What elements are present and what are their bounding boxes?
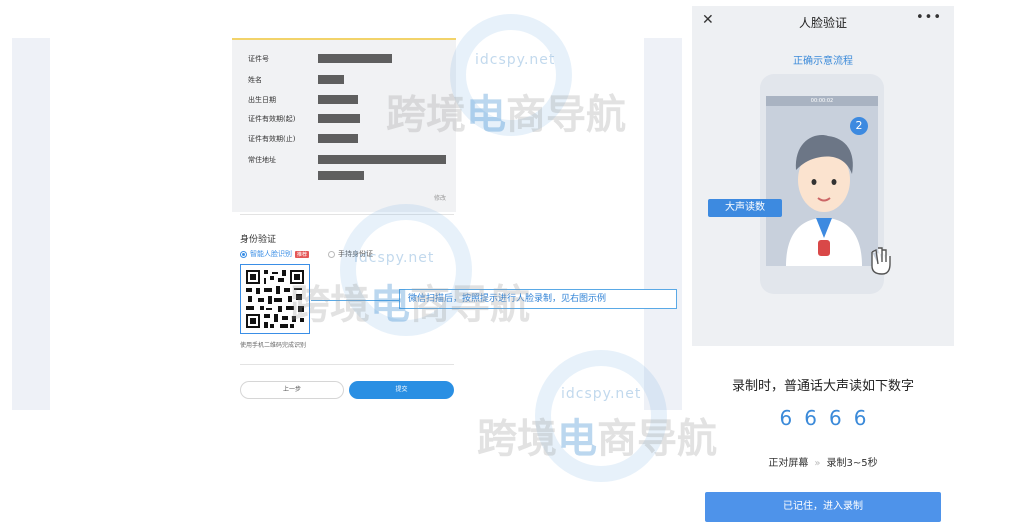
tip-face-screen: 正对屏幕 [768, 458, 809, 469]
digit: 6 [829, 406, 842, 430]
nav-bar: ✕ 人脸验证 ••• [692, 6, 954, 38]
recommend-badge: 推荐 [295, 250, 310, 258]
radio-face-label: 智能人脸识别 [250, 250, 292, 258]
left-side-panel [12, 38, 50, 410]
digit: 6 [853, 406, 867, 430]
record-instruction: 录制时，普通话大声读如下数字 [731, 379, 914, 394]
watermark-globe-icon [340, 204, 472, 336]
birth-date-mask [318, 95, 358, 104]
id-info-card: 证件号 姓名 出生日期 证件有效期(起) 证件有效期(止) 常住地址 修改 [232, 38, 456, 212]
watermark-domain: idcspy.net [475, 52, 556, 68]
watermark-domain: idcspy.net [561, 386, 642, 402]
tip-duration: 录制3~5秒 [826, 458, 878, 469]
radio-hand-held-id[interactable]: 手持身份证 [328, 249, 373, 259]
name-mask [318, 75, 344, 84]
start-recording-button[interactable]: 已记住，进入录制 [705, 492, 941, 522]
tip-separator: » [814, 458, 821, 469]
address-label: 常住地址 [248, 156, 276, 164]
prev-step-button[interactable]: 上一步 [240, 381, 344, 399]
radio-face-recognition[interactable]: 智能人脸识别 推荐 [240, 249, 310, 259]
valid-from-label: 证件有效期(起) [248, 115, 296, 123]
radio-unselected-icon [328, 250, 335, 258]
callout-connector [311, 300, 399, 301]
person-icon [786, 135, 862, 266]
watermark-middle: idcspy.net 跨境电商导航 [290, 200, 590, 340]
section-divider [240, 214, 454, 215]
flow-title: 正确示意流程 [793, 56, 853, 67]
valid-from-mask [318, 114, 360, 123]
radio-selected-icon [240, 250, 247, 258]
name-label: 姓名 [248, 76, 262, 84]
address-mask-line2 [318, 171, 364, 180]
radio-hand-label: 手持身份证 [338, 250, 373, 258]
address-mask-line1 [318, 155, 446, 164]
edit-link[interactable]: 修改 [434, 193, 446, 202]
valid-to-mask [318, 134, 358, 143]
qr-code-icon [244, 268, 306, 330]
digit-row: 6666 [692, 406, 954, 430]
id-number-mask [318, 54, 392, 63]
more-icon[interactable]: ••• [916, 10, 942, 25]
read-aloud-tag: 大声读数 [708, 199, 782, 217]
id-number-label: 证件号 [248, 55, 269, 63]
digit: 6 [804, 406, 817, 430]
screen-timer: 00:00:02 [810, 98, 834, 104]
right-side-panel [644, 38, 682, 410]
submit-button[interactable]: 提交 [349, 381, 454, 399]
digit: 6 [779, 406, 793, 430]
hand-icon [871, 247, 891, 275]
button-divider [240, 364, 454, 365]
qr-caption: 使用手机二维码完成识别 [240, 342, 307, 349]
valid-to-label: 证件有效期(止) [248, 135, 296, 143]
birth-date-label: 出生日期 [248, 96, 276, 104]
watermark-globe-icon [450, 14, 572, 136]
nav-title: 人脸验证 [798, 16, 847, 30]
callout-note: 微信扫描后，按照提示进行人脸录制，见右图示例 [399, 289, 677, 309]
record-tips: 正对屏幕 » 录制3~5秒 [692, 454, 954, 469]
verify-section-title: 身份验证 [240, 235, 277, 245]
face-verify-phone-screen: ✕ 人脸验证 ••• 正确示意流程 00:00:02 大声读数 2 [692, 6, 954, 346]
device-screen-bar: 00:00:02 [766, 96, 878, 106]
qr-code [240, 264, 310, 334]
step-bubble: 2 [850, 117, 868, 135]
watermark-text: 跨境电商导航 [477, 416, 717, 462]
